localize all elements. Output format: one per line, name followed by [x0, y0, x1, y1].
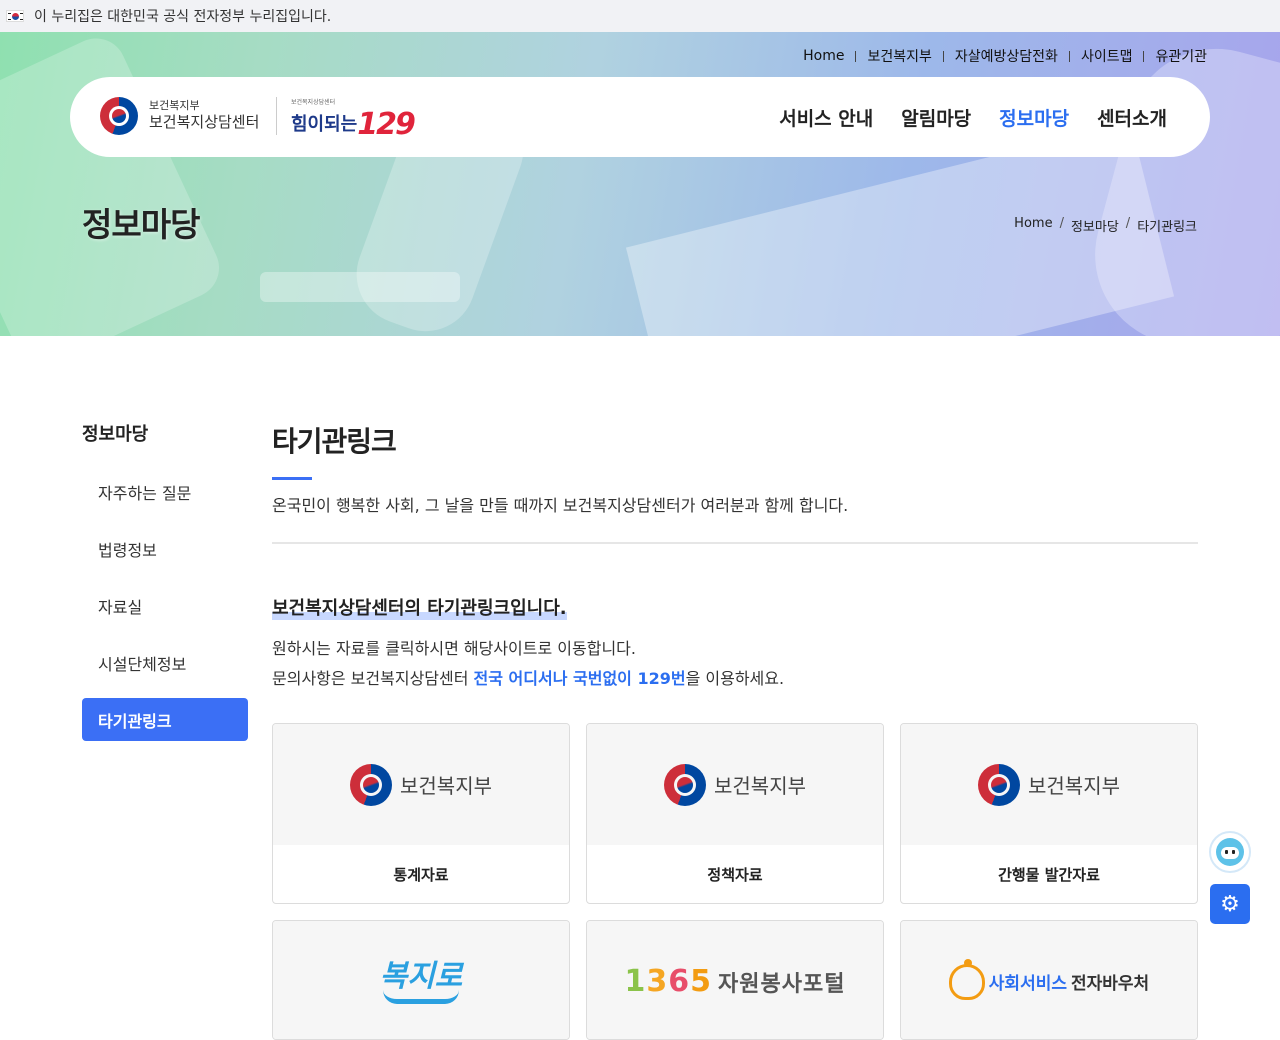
gov-banner: 이 누리집은 대한민국 공식 전자정부 누리집입니다.: [0, 0, 1280, 32]
card-thumb: 보건복지부: [273, 724, 569, 845]
util-link-related-orgs[interactable]: 유관기관: [1144, 46, 1218, 66]
bokjiro-logo: 복지로: [379, 958, 463, 1004]
breadcrumb: Home / 정보마당 / 타기관링크: [1014, 216, 1197, 235]
sidebar-item-archive[interactable]: 자료실: [82, 584, 248, 627]
utility-nav: Home 보건복지부 자살예방상담전화 사이트맵 유관기관: [792, 46, 1218, 66]
description-2: 문의사항은 보건복지상담센터 전국 어디서나 국번없이 129번을 이용하세요.: [272, 665, 784, 689]
card-thumb: 복지로: [273, 921, 569, 1039]
logo-text: 보건복지부 보건복지상담센터: [149, 99, 259, 131]
ministry-emblem-icon: [100, 97, 138, 135]
card-thumb: 보건복지부: [901, 724, 1197, 845]
logo-ministry: 보건복지부: [149, 99, 200, 112]
util-link-home[interactable]: Home: [792, 48, 855, 64]
card-label: 정책자료: [707, 865, 763, 884]
voucher-logo-text-a: 사회서비스: [988, 974, 1067, 994]
logo-digit: 1: [624, 964, 647, 999]
sidebar-item-faq[interactable]: 자주하는 질문: [82, 470, 248, 513]
gnb-notice[interactable]: 알림마당: [901, 104, 971, 131]
util-link-ministry[interactable]: 보건복지부: [856, 46, 942, 66]
page-title: 타기관링크: [272, 425, 397, 458]
apple-icon: [948, 958, 985, 1000]
gear-icon: ⚙: [1220, 891, 1240, 917]
card-label: 간행물 발간자료: [998, 865, 1100, 884]
logo-digit: 5: [690, 964, 713, 999]
hero-title: 정보마당: [82, 205, 200, 244]
link-card-volunteer[interactable]: 1365 자원봉사포털: [586, 920, 884, 1040]
chatbot-button[interactable]: [1209, 831, 1251, 873]
chatbot-icon: [1216, 838, 1244, 866]
description-2-post: 을 이용하세요.: [685, 669, 785, 688]
logo-number: 129: [357, 107, 416, 142]
gnb-about-center[interactable]: 센터소개: [1097, 104, 1167, 131]
global-nav: 서비스 안내 알림마당 정보마당 센터소개: [779, 104, 1167, 131]
sidebar-item-links[interactable]: 타기관링크: [82, 698, 248, 741]
card-thumb: 보건복지부: [587, 724, 883, 845]
mohw-logo-text: 보건복지부: [400, 774, 492, 798]
voucher-logo-text-b: 전자바우처: [1071, 974, 1150, 994]
logo-center: 보건복지상담센터: [149, 113, 260, 131]
breadcrumb-separator: /: [1125, 216, 1131, 231]
main-header: 보건복지부 보건복지상담센터 보건복지상담센터 힘이되는129 서비스 안내 알…: [70, 77, 1210, 157]
mohw-logo: 보건복지부: [664, 763, 806, 806]
title-underline: [272, 477, 312, 480]
link-card-policy[interactable]: 보건복지부 정책자료: [586, 723, 884, 904]
mohw-logo: 보건복지부: [350, 763, 492, 806]
breadcrumb-info[interactable]: 정보마당: [1071, 216, 1119, 235]
mohw-logo-text: 보건복지부: [1028, 774, 1120, 798]
breadcrumb-separator: /: [1059, 216, 1064, 231]
ministry-emblem-icon: [350, 763, 392, 806]
description-1: 원하시는 자료를 클릭하시면 해당사이트로 이동합니다.: [272, 639, 636, 658]
ministry-emblem-icon: [664, 763, 706, 806]
divider: [272, 542, 1198, 544]
hotline-highlight: 전국 어디서나 국번없이 129번: [473, 669, 686, 688]
voucher-logo: 사회서비스 전자바우처: [948, 958, 1150, 1000]
logo-digit: 3: [646, 964, 669, 999]
logo-129-small-text: 보건복지상담센터: [291, 99, 336, 106]
gnb-information[interactable]: 정보마당: [999, 104, 1069, 131]
gnb-service-guide[interactable]: 서비스 안내: [779, 104, 873, 131]
logo-slogan: 힘이되는: [291, 114, 358, 135]
logo-text: 자원봉사포털: [718, 972, 846, 997]
sidebar-menu: 자주하는 질문 법령정보 자료실 시설단체정보 타기관링크: [82, 470, 248, 755]
gov-banner-text: 이 누리집은 대한민국 공식 전자정부 누리집입니다.: [34, 9, 332, 25]
breadcrumb-home[interactable]: Home: [1014, 216, 1052, 235]
sidebar-item-law[interactable]: 법령정보: [82, 527, 248, 570]
lead-text: 온국민이 행복한 사회, 그 날을 만들 때까지 보건복지상담센터가 여러분과 …: [272, 496, 849, 515]
volunteer-portal-logo: 1365 자원봉사포털: [625, 964, 846, 999]
link-card-publications[interactable]: 보건복지부 간행물 발간자료: [900, 723, 1198, 904]
mohw-logo: 보건복지부: [978, 763, 1120, 806]
logo-divider: [276, 97, 277, 135]
link-card-statistics[interactable]: 보건복지부 통계자료: [272, 723, 570, 904]
card-thumb: 1365 자원봉사포털: [587, 921, 883, 1039]
bokjiro-logo-text: 복지로: [379, 958, 463, 994]
ministry-emblem-icon: [978, 763, 1020, 806]
sidebar-title: 정보마당: [82, 424, 149, 445]
description-2-pre: 문의사항은 보건복지상담센터: [272, 669, 474, 688]
logo-129[interactable]: 보건복지상담센터 힘이되는129: [291, 99, 416, 142]
logo-digit: 6: [668, 964, 691, 999]
card-thumb: 사회서비스 전자바우처: [901, 921, 1197, 1039]
card-label: 통계자료: [393, 865, 449, 884]
util-link-sitemap[interactable]: 사이트맵: [1070, 46, 1144, 66]
link-card-voucher[interactable]: 사회서비스 전자바우처: [900, 920, 1198, 1040]
settings-button[interactable]: ⚙: [1210, 884, 1250, 924]
korea-flag-icon: [6, 10, 24, 22]
section-title: 보건복지상담센터의 타기관링크입니다.: [272, 594, 567, 620]
hero-banner: Home 보건복지부 자살예방상담전화 사이트맵 유관기관 보건복지부 보건복지…: [0, 32, 1280, 336]
mohw-logo-text: 보건복지부: [714, 774, 806, 798]
link-card-bokjiro[interactable]: 복지로: [272, 920, 570, 1040]
sidebar-item-facilities[interactable]: 시설단체정보: [82, 641, 248, 684]
breadcrumb-current: 타기관링크: [1137, 220, 1197, 235]
util-link-suicide-hotline[interactable]: 자살예방상담전화: [944, 46, 1069, 66]
